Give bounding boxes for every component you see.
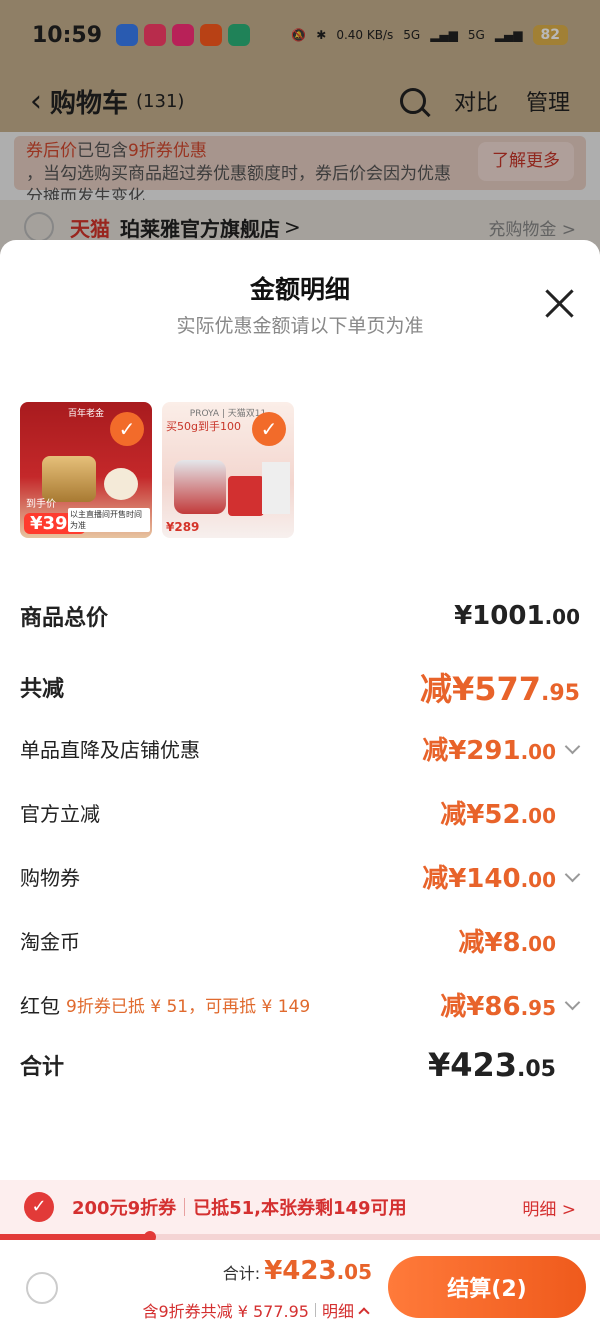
close-icon[interactable] — [544, 288, 574, 318]
detail-link[interactable]: 明细 — [322, 1298, 354, 1322]
row-value: 减¥52.00 — [440, 794, 556, 831]
row-red-packet[interactable]: 红包 9折券已抵 ¥ 51，可再抵 ¥ 149 减¥86.95 — [20, 986, 580, 1023]
amount-int: 减¥140 — [422, 864, 521, 894]
divider — [314, 1303, 316, 1317]
row-value: 减¥291.00 — [422, 730, 556, 767]
chevron-up-icon[interactable] — [358, 1306, 370, 1319]
amount-dec: .00 — [544, 605, 580, 629]
amount-int: 减¥8 — [458, 928, 521, 958]
thumb-price: ¥289 — [166, 520, 200, 534]
row-value: 减¥140.00 — [422, 858, 556, 895]
amount-int: 减¥52 — [440, 800, 521, 830]
row-value: ¥1001.00 — [454, 601, 580, 631]
row-value: 减¥8.00 — [458, 922, 556, 959]
row-total-price: 商品总价 ¥1001.00 — [20, 600, 580, 632]
row-value: 减¥577.95 — [420, 664, 580, 710]
bottom-total: 合计: ¥423.05 — [223, 1256, 372, 1286]
product-thumbnails: 百年老金 ✓ 到手价 ¥399 以主直播间开售时间为准 PROYA | 天猫双1… — [20, 402, 294, 538]
selected-check-icon: ✓ — [110, 412, 144, 446]
row-value: ¥423.05 — [428, 1046, 556, 1084]
amount-int: ¥423 — [264, 1256, 337, 1286]
row-official-discount: 官方立减 减¥52.00 — [20, 794, 580, 831]
chevron-down-icon[interactable] — [564, 997, 580, 1013]
thumb-footnote: 以主直播间开售时间为准 — [68, 508, 150, 532]
row-total-reduction: 共减 减¥577.95 — [20, 664, 580, 710]
cream-jar-image — [104, 468, 138, 500]
chevron-down-icon[interactable] — [564, 741, 580, 757]
row-sum: 合计 ¥423.05 — [20, 1046, 580, 1084]
select-all-checkbox[interactable] — [26, 1272, 58, 1304]
amount-dec: .00 — [520, 932, 556, 956]
amount-int: 减¥577 — [419, 670, 542, 708]
total-label: 合计: — [222, 1264, 261, 1283]
coupon-name: 200元9折券 — [72, 1198, 177, 1219]
product-box-image — [262, 462, 290, 514]
row-label: 淘金币 — [20, 930, 80, 954]
checkout-bar: 合计: ¥423.05 含9折券共减 ¥ 577.95 明细 结算(2) — [0, 1240, 600, 1333]
row-label: 官方立减 — [20, 802, 100, 826]
amount-int: ¥1001 — [454, 601, 545, 631]
row-label: 合计 — [20, 1055, 65, 1080]
row-value: 减¥86.95 — [440, 986, 556, 1023]
product-thumb[interactable]: 百年老金 ✓ 到手价 ¥399 以主直播间开售时间为准 — [20, 402, 152, 538]
saving-text: 含9折券共减 ¥ 577.95 — [142, 1302, 309, 1321]
checkout-button[interactable]: 结算(2) — [388, 1256, 586, 1318]
product-thumb[interactable]: PROYA | 天猫双11 买50g到手100 ✓ ¥289 — [162, 402, 294, 538]
amount-dec: .95 — [541, 681, 580, 706]
selected-check-icon: ✓ — [252, 412, 286, 446]
coupon-check-icon[interactable]: ✓ — [24, 1192, 54, 1222]
amount-dec: .00 — [520, 804, 556, 828]
sheet-subtitle: 实际优惠金额请以下单页为准 — [176, 315, 424, 337]
row-taojinbi: 淘金币 减¥8.00 — [20, 922, 580, 959]
bottom-saving[interactable]: 含9折券共减 ¥ 577.95 明细 — [142, 1298, 370, 1322]
row-label: 共减 — [20, 677, 65, 702]
coupon-bar[interactable]: ✓ 200元9折券 已抵51,本张券剩149可用 明细 > — [0, 1180, 600, 1234]
amount-dec: .05 — [336, 1260, 372, 1284]
chevron-down-icon[interactable] — [564, 869, 580, 885]
row-label: 红包 — [20, 994, 60, 1018]
amount-detail-sheet: 金额明细 实际优惠金额请以下单页为准 百年老金 ✓ 到手价 ¥399 以主直播间… — [0, 240, 600, 1333]
amount-dec: .00 — [520, 868, 556, 892]
thumb-price-tag: 到手价 — [26, 499, 56, 510]
divider — [184, 1198, 186, 1216]
amount-dec: .00 — [520, 740, 556, 764]
cream-jar-image — [174, 460, 226, 514]
row-label: 单品直降及店铺优惠 — [20, 738, 200, 762]
coupon-status: 已抵51,本张券剩149可用 — [193, 1198, 407, 1219]
amount-int: ¥423 — [427, 1046, 518, 1084]
amount-int: 减¥291 — [422, 736, 521, 766]
row-note: 9折券已抵 ¥ 51，可再抵 ¥ 149 — [66, 997, 311, 1017]
row-label: 商品总价 — [20, 606, 109, 631]
row-store-discount[interactable]: 单品直降及店铺优惠 减¥291.00 — [20, 730, 580, 767]
cream-jar-image — [228, 476, 264, 516]
amount-dec: .05 — [517, 1057, 556, 1082]
amount-int: 减¥86 — [440, 992, 521, 1022]
coupon-detail-link[interactable]: 明细 > — [522, 1195, 576, 1220]
row-shopping-voucher[interactable]: 购物券 减¥140.00 — [20, 858, 580, 895]
thumb-promo: 买50g到手100 — [166, 420, 241, 433]
sheet-title: 金额明细 — [249, 275, 350, 304]
amount-dec: .95 — [520, 996, 556, 1020]
row-label: 购物券 — [20, 866, 80, 890]
